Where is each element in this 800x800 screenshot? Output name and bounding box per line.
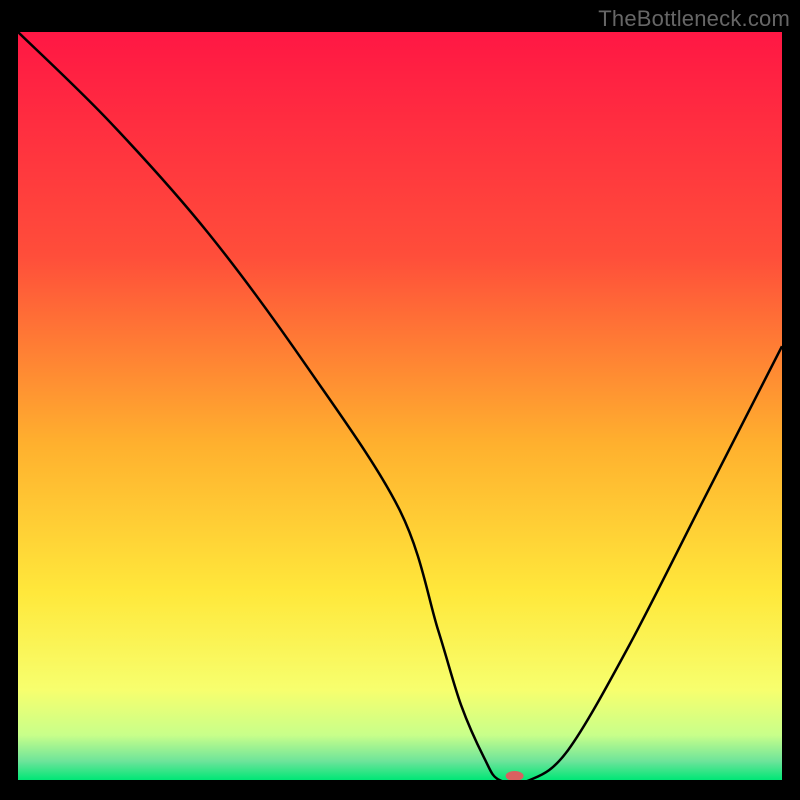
watermark-text: TheBottleneck.com xyxy=(598,6,790,32)
plot-area xyxy=(18,32,782,780)
gradient-background xyxy=(18,32,782,780)
chart-svg xyxy=(18,32,782,780)
chart-frame: TheBottleneck.com xyxy=(0,0,800,800)
